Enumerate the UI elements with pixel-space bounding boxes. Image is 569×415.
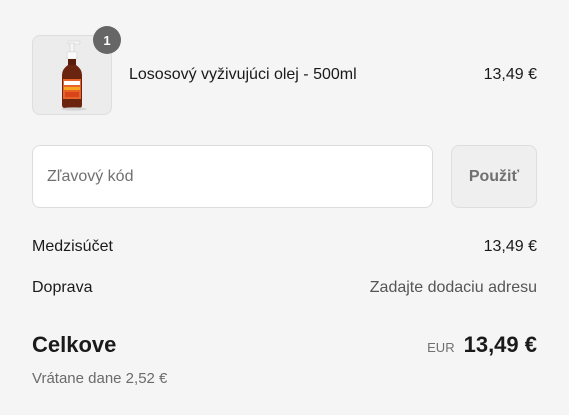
discount-code-form: Použiť [32, 145, 537, 208]
product-bottle-icon [61, 40, 87, 111]
currency-code: EUR [427, 340, 455, 355]
product-thumbnail-wrapper: 1 [32, 26, 121, 115]
apply-discount-button[interactable]: Použiť [451, 145, 537, 208]
shipping-value: Zadajte dodaciu adresu [369, 279, 537, 296]
total-label: Celkove [32, 332, 117, 357]
checkout-order-summary: 1 Lososový vyživujúci olej - 500ml 13,49… [0, 0, 569, 415]
subtotal-row: Medzisúčet 13,49 € [32, 238, 537, 256]
product-name: Lososový vyživujúci olej - 500ml [129, 66, 357, 83]
total-amount-group: EUR 13,49 € [427, 332, 537, 358]
total-row: Celkove EUR 13,49 € [32, 332, 537, 358]
tax-note: Vrátane dane 2,52 € [32, 370, 168, 387]
quantity-badge: 1 [93, 26, 121, 54]
shipping-row: Doprava Zadajte dodaciu adresu [32, 279, 537, 297]
subtotal-label: Medzisúčet [32, 238, 113, 255]
discount-code-input[interactable] [32, 145, 433, 208]
cart-line-item: 1 Lososový vyživujúci olej - 500ml 13,49… [32, 26, 537, 115]
shipping-label: Doprava [32, 279, 93, 296]
subtotal-value: 13,49 € [483, 238, 537, 255]
total-value: 13,49 € [463, 332, 537, 357]
product-price: 13,49 € [483, 66, 537, 83]
